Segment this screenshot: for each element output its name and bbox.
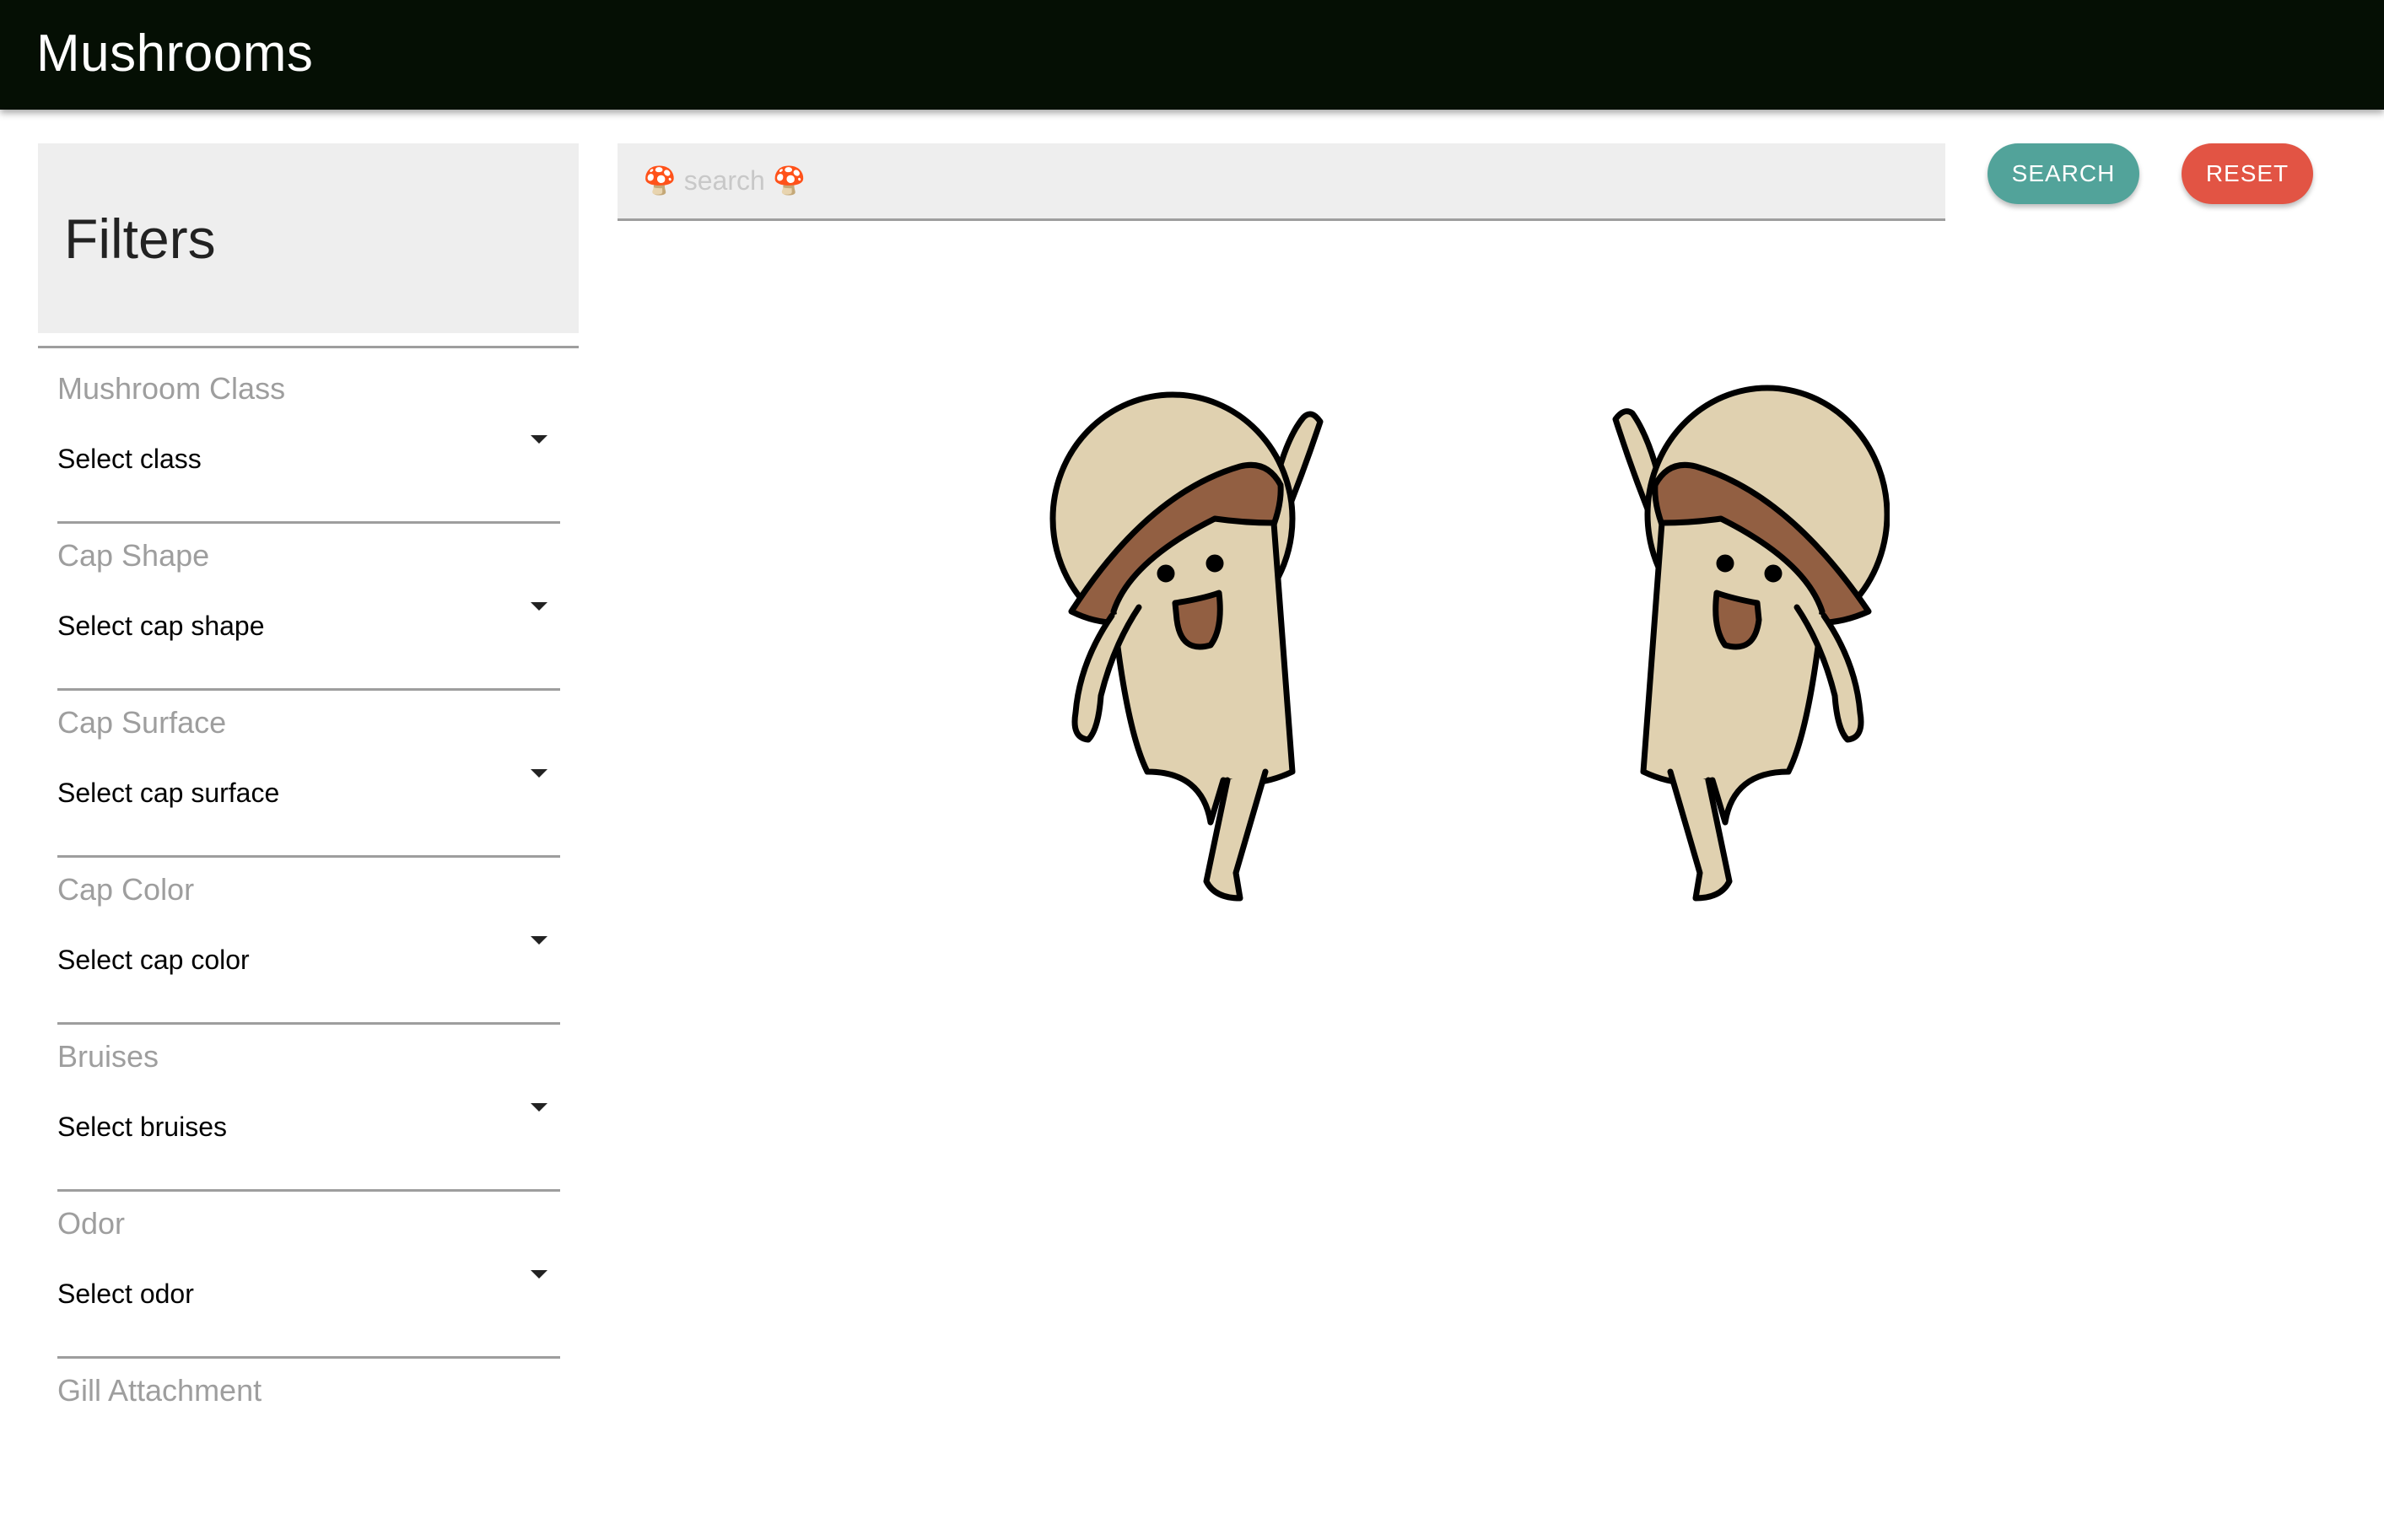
select-underline — [57, 1189, 560, 1192]
reset-button[interactable]: RESET — [2182, 143, 2313, 204]
search-field — [618, 143, 1945, 221]
filters-title: Filters — [64, 207, 216, 270]
filter-odor: Odor Select odor — [57, 1206, 560, 1373]
dropdown-arrow-icon — [531, 602, 547, 611]
select-underline — [57, 521, 560, 524]
filter-label: Bruises — [57, 1039, 159, 1074]
search-input[interactable] — [618, 143, 1945, 218]
filter-cap-shape: Cap Shape Select cap shape — [57, 538, 560, 705]
select-value: Select class — [57, 444, 202, 474]
filters-header-card: Filters — [38, 143, 579, 333]
dropdown-arrow-icon — [531, 769, 547, 778]
dropdown-arrow-icon — [531, 1270, 547, 1279]
odor-select[interactable]: Select odor — [57, 1255, 560, 1359]
filter-bruises: Bruises Select bruises — [57, 1039, 560, 1206]
app-title: Mushrooms — [36, 24, 314, 83]
select-value: Select cap color — [57, 945, 250, 975]
select-underline — [57, 855, 560, 858]
mushrooms-illustration — [1046, 375, 1890, 949]
dropdown-arrow-icon — [531, 435, 547, 444]
select-value: Select cap surface — [57, 778, 280, 808]
right-mushroom — [1612, 385, 1890, 902]
bruises-select[interactable]: Select bruises — [57, 1088, 560, 1192]
filter-cap-surface: Cap Surface Select cap surface — [57, 705, 560, 872]
left-mushroom — [1049, 391, 1324, 902]
filter-label: Mushroom Class — [57, 371, 286, 406]
dropdown-arrow-icon — [531, 1103, 547, 1112]
filter-cap-color: Cap Color Select cap color — [57, 872, 560, 1039]
filter-gill-attachment: Gill Attachment — [57, 1373, 560, 1540]
filter-label: Gill Attachment — [57, 1373, 262, 1408]
select-underline — [57, 1022, 560, 1025]
filter-label: Cap Surface — [57, 705, 227, 740]
select-value: Select odor — [57, 1279, 194, 1309]
filter-mushroom-class: Mushroom Class Select class — [57, 371, 560, 538]
select-value: Select bruises — [57, 1112, 227, 1142]
mushroom-class-select[interactable]: Select class — [57, 420, 560, 524]
select-underline — [57, 1356, 560, 1359]
app-bar: Mushrooms — [0, 0, 2384, 110]
filters-divider — [38, 346, 579, 348]
cap-surface-select[interactable]: Select cap surface — [57, 754, 560, 858]
filter-label: Cap Shape — [57, 538, 210, 573]
select-value: Select cap shape — [57, 611, 265, 641]
dropdown-arrow-icon — [531, 936, 547, 945]
filter-label: Odor — [57, 1206, 126, 1241]
cap-color-select[interactable]: Select cap color — [57, 921, 560, 1025]
mushrooms-high-five-icon — [1049, 385, 1890, 902]
filter-label: Cap Color — [57, 872, 195, 907]
cap-shape-select[interactable]: Select cap shape — [57, 587, 560, 691]
select-underline — [57, 688, 560, 691]
search-button[interactable]: SEARCH — [1988, 143, 2139, 204]
